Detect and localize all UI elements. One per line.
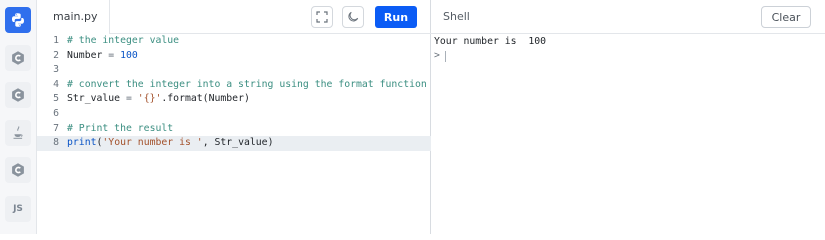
js-icon[interactable]: JS [5, 196, 31, 222]
code-token: # the integer value [67, 35, 180, 46]
code-line[interactable]: 2 Number = 100 [37, 49, 431, 64]
line-number: 3 [53, 64, 59, 76]
shell-header: Shell Clear [431, 0, 825, 34]
line-source: print('Your number is ', Str_value) [67, 136, 273, 151]
shell-output: Your number is 100 [434, 36, 547, 47]
line-number: 5 [53, 93, 59, 105]
shell-pane: Shell Clear Your number is 100 > [431, 0, 825, 234]
python-icon[interactable] [5, 7, 31, 33]
code-token: # convert the integer into a string usin… [67, 78, 427, 90]
line-number: 6 [53, 107, 59, 119]
code-token: , Str_value) [202, 137, 274, 149]
code-line[interactable]: 1 # the integer value [37, 34, 431, 49]
line-number: 4 [53, 78, 59, 90]
line-source: Str_value = '{}'.format(Number) [67, 92, 250, 107]
code-token: Str_value [67, 93, 121, 105]
editor-pane: main.py Run 1 # the integer value 2 Number … [37, 0, 431, 234]
clear-button[interactable]: Clear [761, 6, 811, 28]
line-source: # Print the result [67, 122, 173, 137]
code-line[interactable]: 4 # convert the integer into a string usi… [37, 78, 431, 93]
line-source: # convert the integer into a string usin… [67, 78, 427, 93]
line-source: # the integer value [67, 34, 179, 49]
code-token: Number [67, 49, 103, 61]
run-button[interactable]: Run [375, 6, 417, 28]
code-token: '{}' [137, 93, 162, 105]
code-token: .format(Number) [161, 93, 250, 105]
code-token: 'Your number is ' [102, 137, 203, 149]
file-tab-label: main.py [53, 10, 98, 23]
line-number: 1 [53, 35, 59, 46]
line-number: 7 [53, 122, 59, 134]
shell-prompt: > [434, 50, 440, 61]
fullscreen-button[interactable] [311, 6, 333, 28]
line-source: Number = 100 [67, 49, 138, 64]
shell-title: Shell [443, 10, 470, 23]
js-label: JS [13, 204, 23, 214]
code-token: 100 [120, 49, 138, 61]
code-editor[interactable]: 1 # the integer value 2 Number = 100 3 4 # con… [37, 34, 431, 151]
code-token: = [120, 93, 138, 105]
language-sidebar: JS [0, 0, 37, 234]
moon-icon [348, 11, 359, 22]
theme-toggle-button[interactable] [342, 6, 364, 28]
cpp-icon[interactable] [5, 82, 31, 108]
code-token: = [102, 49, 121, 61]
code-line[interactable]: 7 # Print the result [37, 122, 431, 137]
line-number: 2 [53, 49, 59, 61]
code-line[interactable]: 3 [37, 63, 431, 78]
line-number: 8 [53, 137, 59, 149]
c-icon[interactable] [5, 45, 31, 71]
editor-header: main.py Run [37, 0, 431, 34]
code-line[interactable]: 6 [37, 107, 431, 122]
code-token: print [67, 137, 97, 149]
code-line[interactable]: 5 Str_value = '{}'.format(Number) [37, 92, 431, 107]
code-line[interactable]: 8 print('Your number is ', Str_value) [37, 136, 431, 151]
java-icon[interactable] [5, 120, 31, 146]
csharp-icon[interactable] [5, 157, 31, 183]
fullscreen-icon [316, 11, 328, 23]
shell-cursor[interactable] [445, 51, 446, 62]
file-tab[interactable]: main.py [37, 0, 110, 34]
code-token: # Print the result [67, 122, 174, 134]
